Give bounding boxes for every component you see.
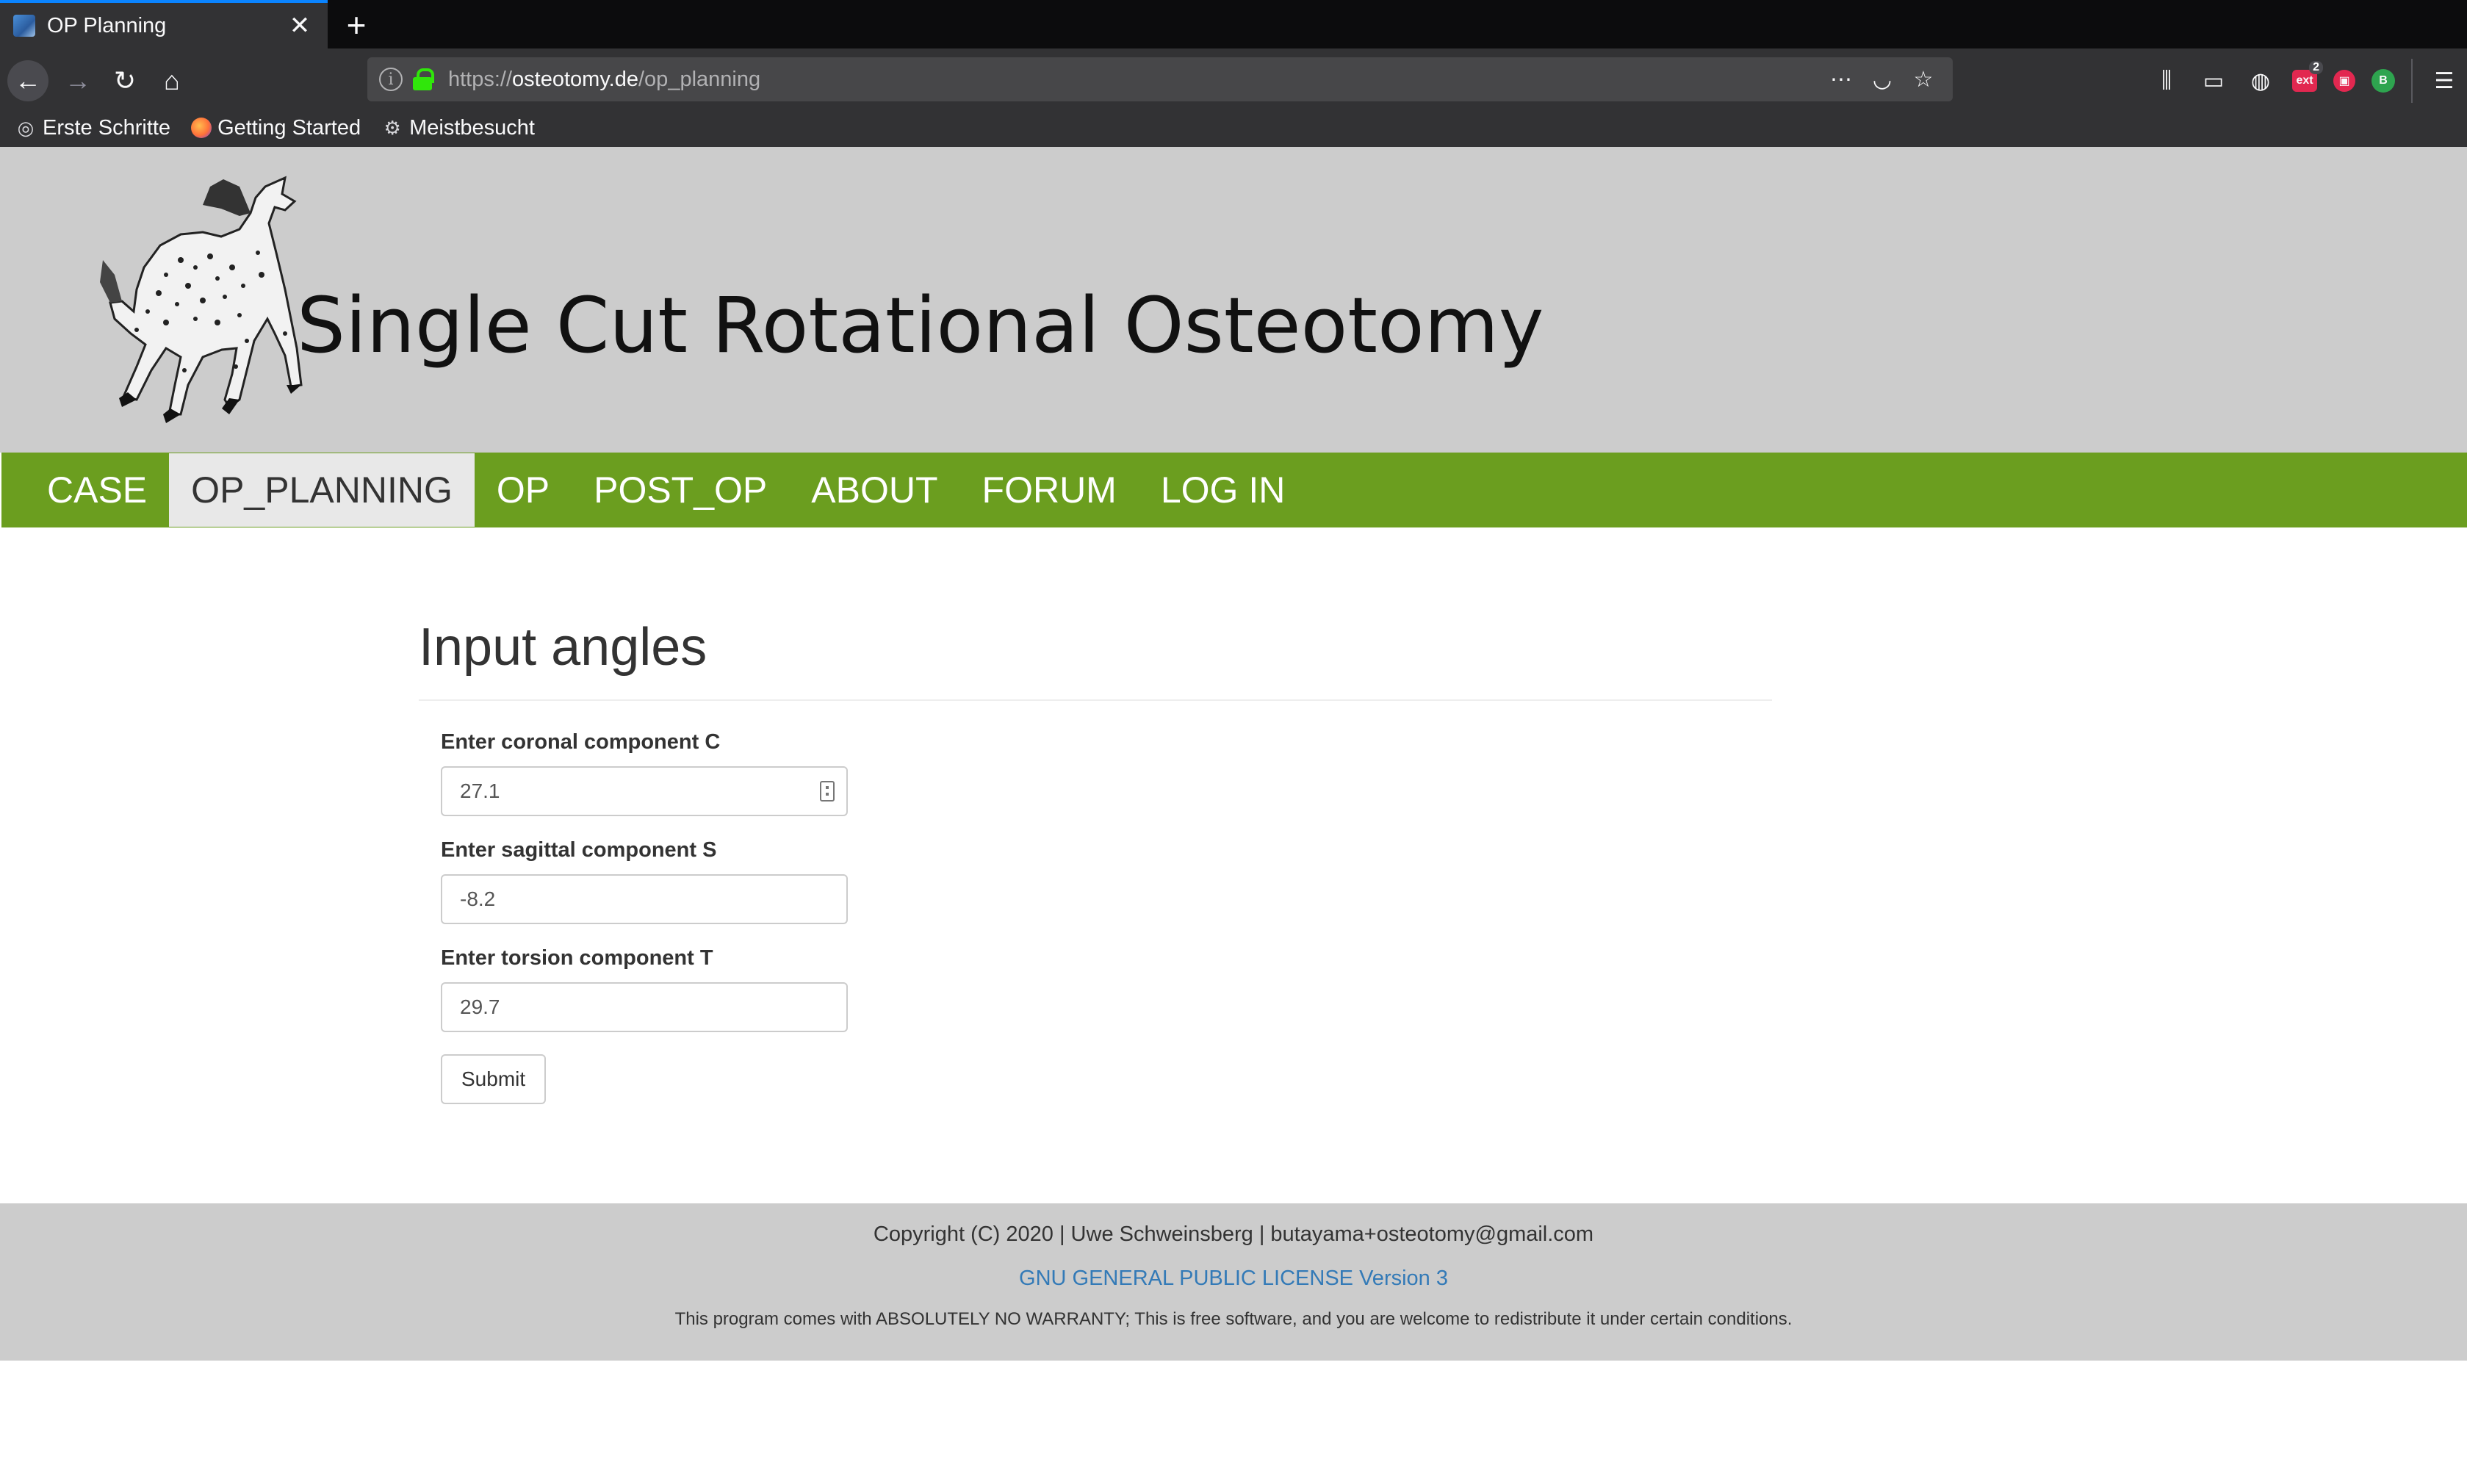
bookmark-star-icon[interactable]: ☆ [1910,67,1937,93]
torsion-input[interactable]: 29.7 [441,982,848,1032]
nav-post-op[interactable]: POST_OP [572,453,789,527]
number-spinner-icon[interactable] [820,781,835,802]
coronal-label: Enter coronal component C [441,730,721,754]
back-arrow-icon[interactable]: ← [7,60,48,101]
main-navigation: CASE OP_PLANNING OP POST_OP ABOUT FORUM … [1,453,2467,527]
sagittal-label: Enter sagittal component S [441,838,717,862]
toolbar-divider [2411,59,2413,103]
home-icon[interactable]: ⌂ [151,60,192,101]
nav-log-in[interactable]: LOG IN [1139,453,1307,527]
site-title: Single Cut Rotational Osteotomy [297,281,1544,370]
warranty-text: This program comes with ABSOLUTELY NO WA… [674,1309,1793,1329]
new-tab-icon[interactable]: + [338,4,375,46]
page-title: Input angles [419,617,1772,701]
globe-icon: ◎ [17,116,35,139]
url-text[interactable]: https://osteotomy.de/op_planning [448,68,1828,92]
page-actions-icon[interactable]: ⋯ [1828,67,1854,93]
forward-arrow-icon[interactable]: → [57,60,98,101]
nav-op-planning[interactable]: OP_PLANNING [169,453,475,527]
torsion-group: Enter torsion component T 29.7 [441,946,1772,1032]
web-page: Single Cut Rotational Osteotomy CASE OP_… [0,147,2467,1484]
bookmark-meistbesucht[interactable]: ⚙ Meistbesucht [381,116,535,140]
coronal-value: 27.1 [460,779,500,802]
browser-tab[interactable]: OP Planning ✕ [0,0,328,48]
browser-tab-bar: OP Planning ✕ + [0,0,2467,48]
sidebar-icon[interactable]: ▭ [2198,65,2229,96]
sagittal-group: Enter sagittal component S -8.2 [441,838,1772,924]
torsion-value: 29.7 [460,995,500,1018]
url-host: osteotomy.de [512,67,638,91]
url-scheme: https:// [448,67,513,91]
library-icon[interactable]: ⫼ [2151,65,2182,96]
nav-forum[interactable]: FORUM [960,453,1139,527]
angles-form: Enter coronal component C 27.1 Enter sag… [419,701,1772,1104]
tab-title: OP Planning [47,13,167,37]
license-link[interactable]: GNU GENERAL PUBLIC LICENSE Version 3 [0,1267,2467,1291]
bookmark-label: Erste Schritte [43,115,171,140]
bookmark-label: Getting Started [217,115,361,140]
url-path: /op_planning [638,67,761,91]
toolbar-right: ⫼ ▭ ◍ ext 2 ▣ B ☰ [2151,59,2460,103]
extension-green-icon[interactable]: B [2371,69,2395,93]
lock-icon[interactable] [413,68,434,90]
nav-case[interactable]: CASE [25,453,169,527]
bookmark-getting-started[interactable]: Getting Started [191,116,361,140]
bookmark-label: Meistbesucht [409,115,535,140]
nav-op[interactable]: OP [475,453,572,527]
reload-icon[interactable]: ↻ [104,60,145,101]
site-banner: Single Cut Rotational Osteotomy [0,147,2467,453]
coronal-input[interactable]: 27.1 [441,766,848,816]
copyright-text: Copyright (C) 2020 | Uwe Schweinsberg | … [873,1222,1594,1246]
pocket-icon[interactable]: ◡ [1869,67,1895,93]
firefox-icon [191,118,212,138]
nav-about[interactable]: ABOUT [789,453,959,527]
main-content: Input angles Enter coronal component C 2… [419,617,1772,1104]
extension-badge: 2 [2309,61,2323,74]
address-bar[interactable]: i https://osteotomy.de/op_planning ⋯ ◡ ☆ [367,57,1953,101]
extension-lock-icon[interactable]: ▣ [2333,70,2355,92]
close-tab-icon[interactable]: ✕ [285,11,314,40]
site-footer: Copyright (C) 2020 | Uwe Schweinsberg | … [0,1203,2467,1361]
horse-logo [100,176,303,423]
info-icon[interactable]: i [379,68,403,91]
torsion-label: Enter torsion component T [441,946,713,970]
bookmark-erste-schritte[interactable]: ◎ Erste Schritte [15,116,170,140]
coronal-group: Enter coronal component C 27.1 [441,730,1772,816]
bookmarks-bar: ◎ Erste Schritte Getting Started ⚙ Meist… [0,109,2467,147]
extension-globe-icon[interactable]: ◍ [2245,65,2276,96]
sagittal-input[interactable]: -8.2 [441,874,848,924]
gear-icon: ⚙ [383,116,401,139]
url-actions: ⋯ ◡ ☆ [1828,67,1953,93]
sagittal-value: -8.2 [460,887,496,910]
hamburger-menu-icon[interactable]: ☰ [2429,65,2460,96]
site-favicon-icon [13,15,35,37]
extension-red-icon[interactable]: ext 2 [2292,61,2323,92]
submit-button[interactable]: Submit [441,1054,547,1104]
